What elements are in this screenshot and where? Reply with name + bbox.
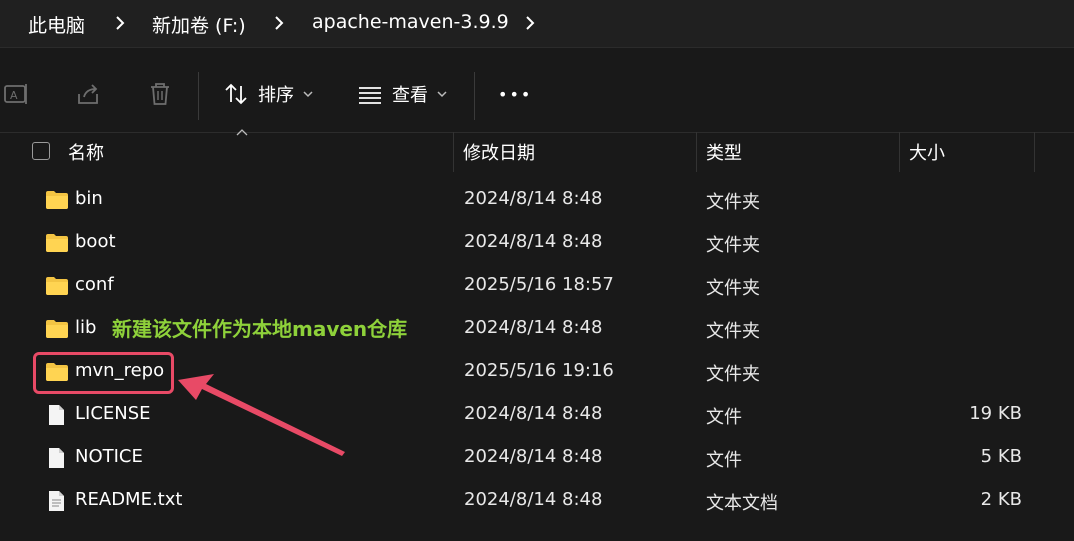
- chevron-down-icon: [437, 91, 447, 98]
- file-modified: 2024/8/14 8:48: [464, 317, 603, 338]
- file-modified: 2024/8/14 8:48: [464, 188, 603, 209]
- file-row[interactable]: README.txt 2024/8/14 8:48 文本文档 2 KB: [0, 480, 1074, 523]
- breadcrumb-this-pc[interactable]: 此电脑: [28, 11, 85, 38]
- more-icon[interactable]: •••: [498, 73, 532, 115]
- column-header-row: 名称 修改日期 类型 大小: [0, 129, 1074, 172]
- file-icon: [49, 405, 64, 425]
- file-modified: 2025/5/16 19:16: [464, 360, 614, 381]
- folder-icon: [46, 234, 68, 252]
- view-button[interactable]: 查看: [356, 73, 448, 115]
- file-size: 2 KB: [980, 489, 1022, 510]
- folder-icon: [46, 191, 68, 209]
- folder-icon: [46, 320, 68, 338]
- command-bar: A 排序 查看 •••: [0, 48, 1074, 133]
- file-size: 19 KB: [969, 403, 1022, 424]
- view-icon: [359, 87, 381, 104]
- column-header-size[interactable]: 大小: [909, 139, 945, 165]
- column-header-name[interactable]: 名称: [68, 139, 104, 165]
- sort-ascending-icon: [236, 129, 248, 136]
- file-row[interactable]: bin 2024/8/14 8:48 文件夹: [0, 179, 1074, 222]
- address-bar: 此电脑 新加卷 (F:) apache-maven-3.9.9: [0, 0, 1074, 48]
- file-row[interactable]: LICENSE 2024/8/14 8:48 文件 19 KB: [0, 394, 1074, 437]
- highlight-box: [33, 352, 174, 394]
- share-icon[interactable]: [74, 80, 102, 108]
- file-modified: 2024/8/14 8:48: [464, 231, 603, 252]
- file-modified: 2024/8/14 8:48: [464, 446, 603, 467]
- file-type: 文本文档: [706, 493, 778, 514]
- file-row[interactable]: boot 2024/8/14 8:48 文件夹: [0, 222, 1074, 265]
- file-name: boot: [75, 231, 116, 252]
- select-all-checkbox[interactable]: [32, 142, 50, 160]
- sort-button[interactable]: 排序: [222, 73, 314, 115]
- annotation-text: 新建该文件作为本地maven仓库: [112, 317, 408, 341]
- text-file-icon: [49, 491, 64, 511]
- file-name: conf: [75, 274, 114, 295]
- file-modified: 2024/8/14 8:48: [464, 403, 603, 424]
- sort-label: 排序: [258, 85, 294, 106]
- file-name: LICENSE: [75, 403, 151, 424]
- file-modified: 2025/5/16 18:57: [464, 274, 614, 295]
- breadcrumb-drive[interactable]: 新加卷 (F:): [152, 11, 246, 38]
- file-type: 文件夹: [706, 321, 760, 342]
- chevron-right-icon[interactable]: [113, 12, 127, 34]
- file-modified: 2024/8/14 8:48: [464, 489, 603, 510]
- file-icon: [49, 448, 64, 468]
- file-type: 文件夹: [706, 364, 760, 385]
- delete-icon[interactable]: [146, 80, 174, 108]
- file-row[interactable]: conf 2025/5/16 18:57 文件夹: [0, 265, 1074, 308]
- svg-text:A: A: [10, 89, 18, 102]
- file-type: 文件夹: [706, 278, 760, 299]
- file-type: 文件: [706, 407, 742, 428]
- column-header-modified[interactable]: 修改日期: [463, 139, 535, 165]
- sort-icon: [225, 83, 247, 105]
- breadcrumb-folder[interactable]: apache-maven-3.9.9: [312, 11, 509, 33]
- file-type: 文件夹: [706, 192, 760, 213]
- file-row[interactable]: NOTICE 2024/8/14 8:48 文件 5 KB: [0, 437, 1074, 480]
- folder-icon: [46, 277, 68, 295]
- column-header-type[interactable]: 类型: [706, 139, 742, 165]
- rename-icon[interactable]: A: [2, 80, 30, 108]
- chevron-down-icon: [303, 91, 313, 98]
- chevron-right-icon[interactable]: [523, 12, 537, 34]
- file-name: NOTICE: [75, 446, 143, 467]
- file-name: bin: [75, 188, 103, 209]
- file-name: lib: [75, 317, 97, 338]
- file-type: 文件: [706, 450, 742, 471]
- view-label: 查看: [392, 85, 428, 106]
- file-size: 5 KB: [980, 446, 1022, 467]
- chevron-right-icon[interactable]: [272, 12, 286, 34]
- file-type: 文件夹: [706, 235, 760, 256]
- file-name: README.txt: [75, 489, 183, 510]
